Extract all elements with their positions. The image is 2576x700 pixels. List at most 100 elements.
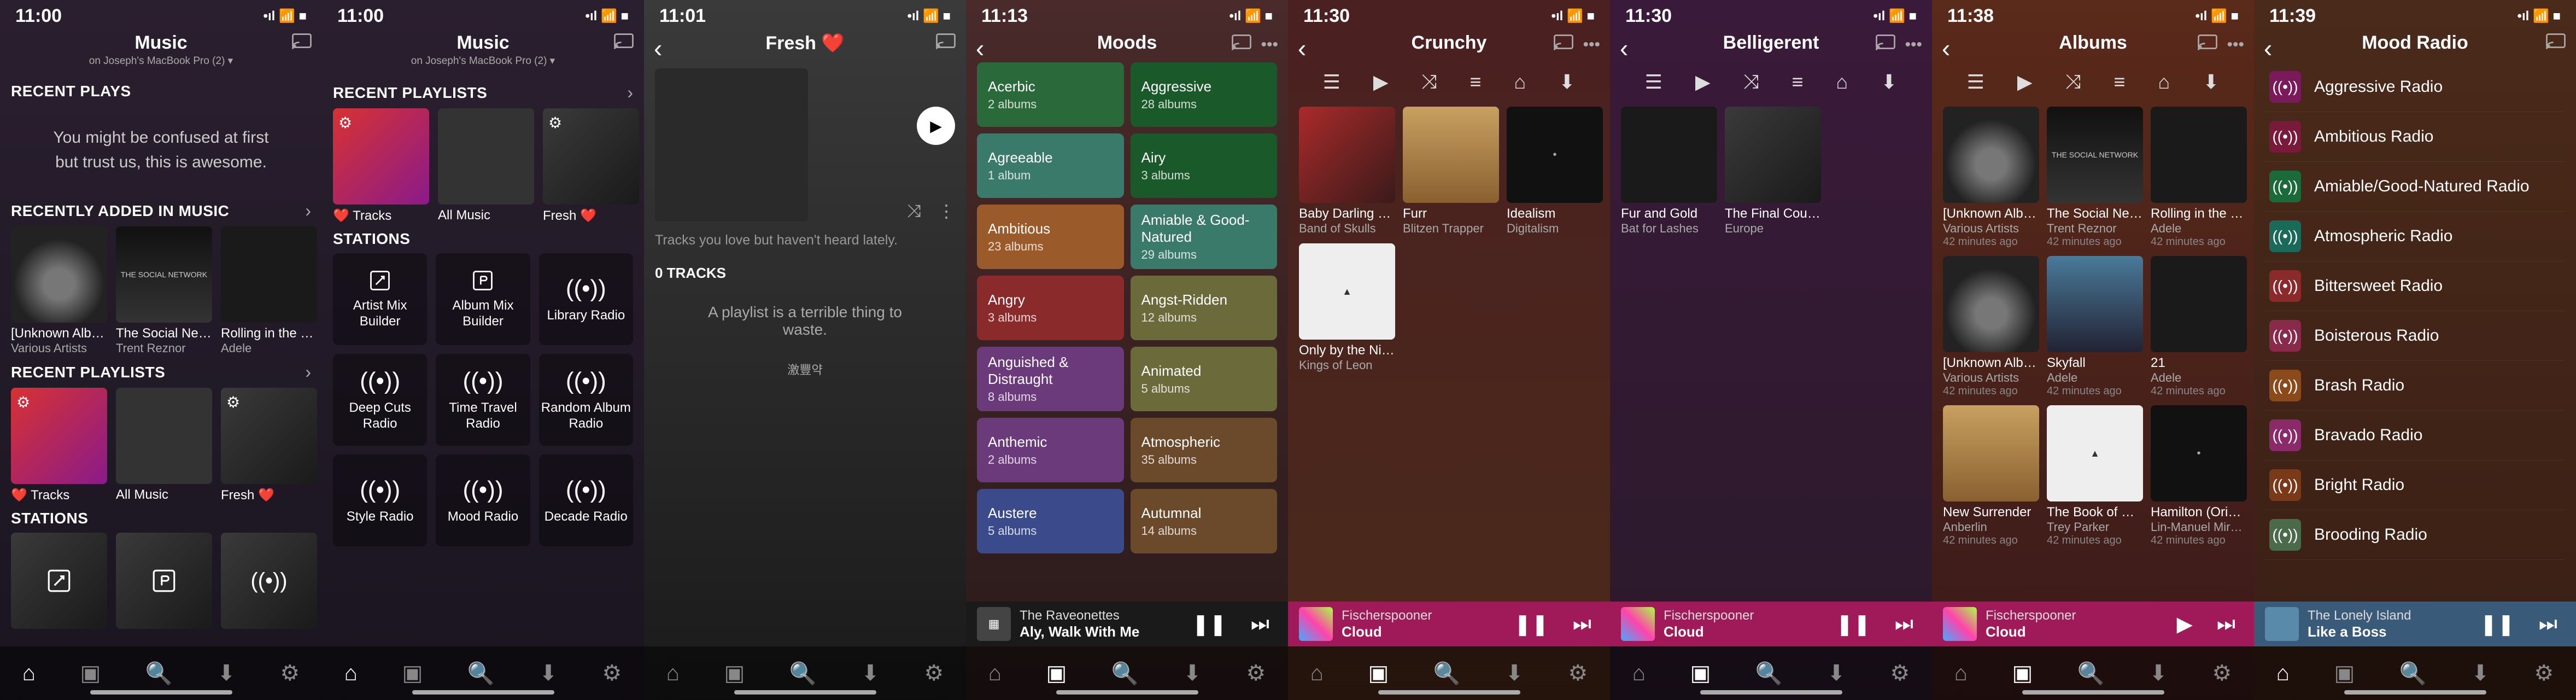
album-tile[interactable]: The Final Coun…Europe bbox=[1725, 107, 1821, 236]
station-decade[interactable]: ((•))Decade Radio bbox=[539, 454, 633, 546]
back-button[interactable]: ‹ bbox=[1942, 33, 1950, 63]
download-icon[interactable]: ⬇ bbox=[1881, 71, 1897, 94]
back-button[interactable]: ‹ bbox=[976, 33, 984, 63]
album-tile[interactable]: Fur and GoldBat for Lashes bbox=[1621, 107, 1717, 236]
album-tile[interactable]: SkyfallAdele42 minutes ago bbox=[2047, 256, 2143, 398]
cast-icon[interactable] bbox=[2545, 33, 2566, 50]
album-tile[interactable]: ▲Only by the Nig…Kings of Leon bbox=[1299, 243, 1395, 372]
cast-icon[interactable] bbox=[2197, 34, 2218, 51]
back-button[interactable]: ‹ bbox=[1298, 33, 1306, 63]
radio-item[interactable]: ((•))Ambitious Radio bbox=[2265, 112, 2565, 162]
pause-button[interactable]: ❚❚ bbox=[1184, 612, 1234, 637]
next-button[interactable]: ⏭ bbox=[2531, 612, 2565, 636]
shuffle-icon[interactable]: ⤨ bbox=[907, 201, 921, 221]
download-tab[interactable]: ⬇ bbox=[1183, 661, 1202, 686]
station-style[interactable]: ((•))Style Radio bbox=[333, 454, 427, 546]
settings-tab[interactable]: ⚙ bbox=[280, 661, 300, 686]
section-recent-playlists[interactable]: RECENT PLAYLISTS › bbox=[11, 362, 311, 382]
radio-item[interactable]: ((•))Atmospheric Radio bbox=[2265, 212, 2565, 261]
album-tile[interactable]: •Hamilton (Origi…Lin-Manuel Mir…42 minut… bbox=[2151, 405, 2247, 547]
download-tab[interactable]: ⬇ bbox=[217, 661, 236, 686]
station-mood[interactable]: ((•))Mood Radio bbox=[436, 454, 530, 546]
album-tile[interactable]: Rolling in the De…Adele bbox=[221, 226, 317, 355]
cast-icon[interactable] bbox=[613, 33, 634, 50]
mood-card[interactable]: Airy3 albums bbox=[1131, 133, 1278, 198]
download-tab[interactable]: ⬇ bbox=[539, 661, 558, 686]
search-tab[interactable]: 🔍 bbox=[1433, 661, 1461, 686]
next-button[interactable]: ⏭ bbox=[1887, 612, 1921, 636]
filter-icon[interactable]: ☰ bbox=[1323, 71, 1340, 94]
settings-tab[interactable]: ⚙ bbox=[602, 661, 622, 686]
album-tile[interactable]: Rolling in the D…Adele42 minutes ago bbox=[2151, 107, 2247, 248]
browse-tab[interactable]: ▣ bbox=[1690, 661, 1711, 686]
album-tile[interactable]: [Unknown Album]Various Artists bbox=[11, 226, 107, 355]
next-button[interactable]: ⏭ bbox=[2209, 612, 2243, 636]
download-icon[interactable]: ⬇ bbox=[2203, 71, 2219, 94]
album-tile[interactable]: THE SOCIAL NETWORKThe Social Net…Trent R… bbox=[2047, 107, 2143, 248]
station-tile[interactable] bbox=[11, 533, 107, 629]
back-button[interactable]: ‹ bbox=[2264, 33, 2272, 63]
more-icon[interactable]: ⋮ bbox=[938, 201, 955, 221]
radio-item[interactable]: ((•))Boisterous Radio bbox=[2265, 311, 2565, 361]
filter-icon[interactable]: ☰ bbox=[1645, 71, 1662, 94]
mood-card[interactable]: Anthemic2 albums bbox=[977, 418, 1124, 482]
mood-card[interactable]: Amiable & Good-Natured29 albums bbox=[1131, 205, 1278, 269]
album-tile[interactable]: 21Adele42 minutes ago bbox=[2151, 256, 2247, 398]
radio-item[interactable]: ((•))Aggressive Radio bbox=[2265, 62, 2565, 112]
album-tile[interactable]: FurrBlitzen Trapper bbox=[1403, 107, 1499, 236]
album-tile[interactable]: Baby Darling D…Band of Skulls bbox=[1299, 107, 1395, 236]
now-playing-bar[interactable]: ▦ The RaveonettesAly, Walk With Me ❚❚ ⏭ bbox=[966, 602, 1288, 646]
now-playing-bar[interactable]: The Lonely IslandLike a Boss ❚❚ ⏭ bbox=[2254, 602, 2576, 646]
cast-icon[interactable] bbox=[935, 33, 956, 50]
playlist-tile[interactable]: All Music bbox=[438, 108, 534, 224]
mood-card[interactable]: Atmospheric35 albums bbox=[1131, 418, 1278, 482]
album-tile[interactable]: [Unknown Albu…Various Artists42 minutes … bbox=[1943, 107, 2039, 248]
mood-card[interactable]: Austere5 albums bbox=[977, 489, 1124, 553]
section-recently-added[interactable]: RECENTLY ADDED IN MUSIC › bbox=[11, 201, 311, 221]
settings-tab[interactable]: ⚙ bbox=[1568, 661, 1588, 686]
download-tab[interactable]: ⬇ bbox=[1827, 661, 1846, 686]
home-tab[interactable]: ⌂ bbox=[1310, 661, 1324, 686]
browse-tab[interactable]: ▣ bbox=[80, 661, 101, 686]
save-icon[interactable]: ⌂ bbox=[1836, 71, 1848, 94]
play-icon[interactable]: ▶ bbox=[2017, 71, 2033, 94]
browse-tab[interactable]: ▣ bbox=[2012, 661, 2033, 686]
section-recent-playlists[interactable]: RECENT PLAYLISTS› bbox=[333, 83, 633, 103]
settings-tab[interactable]: ⚙ bbox=[1246, 661, 1266, 686]
save-icon[interactable]: ⌂ bbox=[1514, 71, 1526, 94]
station-deep-cuts[interactable]: ((•))Deep Cuts Radio bbox=[333, 354, 427, 446]
filter-icon[interactable]: ☰ bbox=[1967, 71, 1984, 94]
download-tab[interactable]: ⬇ bbox=[2149, 661, 2168, 686]
search-tab[interactable]: 🔍 bbox=[1111, 661, 1139, 686]
browse-tab[interactable]: ▣ bbox=[402, 661, 423, 686]
more-icon[interactable]: ••• bbox=[1583, 36, 1600, 54]
download-icon[interactable]: ⬇ bbox=[1559, 71, 1575, 94]
mood-card[interactable]: Acerbic2 albums bbox=[977, 62, 1124, 127]
more-icon[interactable]: ••• bbox=[1905, 36, 1922, 54]
radio-item[interactable]: ((•))Bright Radio bbox=[2265, 460, 2565, 510]
queue-icon[interactable]: ≡ bbox=[1792, 71, 1803, 94]
mood-card[interactable]: Animated5 albums bbox=[1131, 347, 1278, 411]
station-time-travel[interactable]: ((•))Time Travel Radio bbox=[436, 354, 530, 446]
home-tab[interactable]: ⌂ bbox=[666, 661, 680, 686]
save-icon[interactable]: ⌂ bbox=[2158, 71, 2170, 94]
radio-item[interactable]: ((•))Brooding Radio bbox=[2265, 510, 2565, 560]
shuffle-icon[interactable]: ⤨ bbox=[1743, 70, 1759, 94]
download-tab[interactable]: ⬇ bbox=[2471, 661, 2490, 686]
search-tab[interactable]: 🔍 bbox=[789, 661, 817, 686]
home-tab[interactable]: ⌂ bbox=[1632, 661, 1646, 686]
album-tile[interactable]: New SurrenderAnberlin42 minutes ago bbox=[1943, 405, 2039, 547]
shuffle-icon[interactable]: ⤨ bbox=[2065, 70, 2081, 94]
settings-tab[interactable]: ⚙ bbox=[924, 661, 944, 686]
search-tab[interactable]: 🔍 bbox=[467, 661, 495, 686]
playlist-tile[interactable]: All Music bbox=[116, 388, 212, 503]
pause-button[interactable]: ❚❚ bbox=[1506, 612, 1556, 637]
radio-item[interactable]: ((•))Amiable/Good-Natured Radio bbox=[2265, 162, 2565, 212]
shuffle-icon[interactable]: ⤨ bbox=[1421, 70, 1437, 94]
queue-icon[interactable]: ≡ bbox=[1470, 71, 1481, 94]
queue-icon[interactable]: ≡ bbox=[2114, 71, 2125, 94]
download-tab[interactable]: ⬇ bbox=[861, 661, 880, 686]
mood-card[interactable]: Angst-Ridden12 albums bbox=[1131, 276, 1278, 340]
home-tab[interactable]: ⌂ bbox=[988, 661, 1002, 686]
mood-card[interactable]: Agreeable1 album bbox=[977, 133, 1124, 198]
